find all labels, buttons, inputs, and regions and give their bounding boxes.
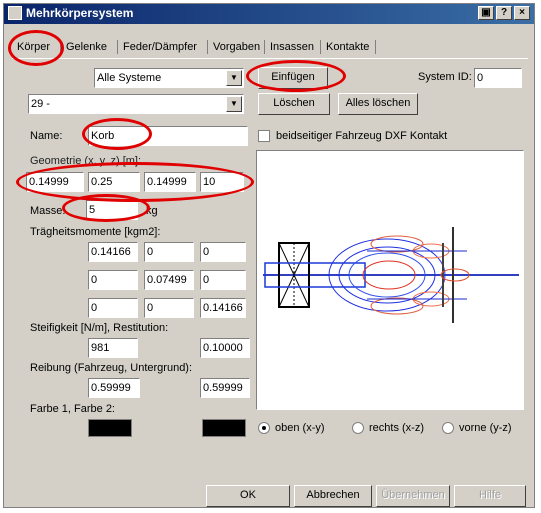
tab-gelenke[interactable]: Gelenke [63, 38, 110, 56]
dxf-contact-label: beidseitiger Fahrzeug DXF Kontakt [276, 130, 448, 142]
stiffness-input[interactable]: 981 [88, 338, 138, 358]
window-title: Mehrkörpersystem [26, 6, 134, 20]
system-filter-value: Alle Systeme [97, 72, 162, 84]
system-id-label: System ID: [418, 71, 472, 83]
view-top-label: oben (x-y) [275, 422, 325, 434]
inertia-cell[interactable]: 0 [200, 270, 246, 290]
friction-vehicle-input[interactable]: 0.59999 [88, 378, 140, 398]
annotation-circle-name [82, 118, 152, 150]
mass-label: Masse: [30, 205, 66, 217]
help-button[interactable]: Hilfe [454, 485, 526, 507]
inertia-cell[interactable]: 0.14166 [200, 298, 246, 318]
tab-insassen[interactable]: Insassen [267, 38, 317, 56]
tab-divider [117, 40, 118, 54]
friction-label: Reibung (Fahrzeug, Untergrund): [30, 362, 193, 374]
inertia-cell[interactable]: 0.14166 [88, 242, 138, 262]
inertia-cell[interactable]: 0 [144, 298, 194, 318]
window-icon[interactable]: ▣ [478, 6, 494, 20]
view-front-label: vorne (y-z) [459, 422, 512, 434]
tab-vorgaben[interactable]: Vorgaben [210, 38, 263, 56]
view-front-radio[interactable] [442, 422, 454, 434]
delete-button[interactable]: Löschen [258, 93, 330, 115]
cancel-button[interactable]: Abbrechen [294, 485, 372, 507]
annotation-circle-tab [8, 30, 64, 66]
tab-divider [320, 40, 321, 54]
tab-feder-daempfer[interactable]: Feder/Dämpfer [120, 38, 200, 56]
inertia-cell[interactable]: 0 [88, 270, 138, 290]
stiffness-label: Steifigkeit [N/m], Restitution: [30, 322, 169, 334]
dropdown-arrow-icon[interactable]: ▼ [226, 70, 242, 86]
view-right-radio[interactable] [352, 422, 364, 434]
view-right-label: rechts (x-z) [369, 422, 424, 434]
view-top-radio[interactable] [258, 422, 270, 434]
tab-divider [207, 40, 208, 54]
system-id-input[interactable]: 0 [474, 68, 522, 88]
inertia-cell[interactable]: 0.07499 [144, 270, 194, 290]
annotation-circle-insert [246, 60, 346, 92]
color-2-swatch[interactable] [202, 419, 246, 437]
inertia-cell[interactable]: 0 [88, 298, 138, 318]
system-filter-select[interactable]: Alle Systeme ▼ [94, 68, 244, 88]
annotation-circle-geometry [16, 162, 254, 202]
body-select-value: 29 - [31, 98, 50, 110]
inertia-label: Trägheitsmomente [kgm2]: [30, 226, 161, 238]
close-icon[interactable]: × [514, 6, 530, 20]
tab-divider [375, 40, 376, 54]
tab-kontakte[interactable]: Kontakte [323, 38, 372, 56]
tab-divider [264, 40, 265, 54]
dxf-contact-checkbox[interactable] [258, 130, 270, 142]
inertia-cell[interactable]: 0 [200, 242, 246, 262]
tab-panel-border [12, 58, 528, 59]
name-label: Name: [30, 130, 63, 142]
ok-button[interactable]: OK [206, 485, 290, 507]
inertia-cell[interactable]: 0 [144, 242, 194, 262]
help-icon[interactable]: ? [496, 6, 512, 20]
app-icon [8, 6, 22, 20]
apply-button[interactable]: Übernehmen [376, 485, 450, 507]
color-1-swatch[interactable] [88, 419, 132, 437]
restitution-input[interactable]: 0.10000 [200, 338, 250, 358]
friction-ground-input[interactable]: 0.59999 [200, 378, 250, 398]
dropdown-arrow-icon[interactable]: ▼ [226, 96, 242, 112]
colors-label: Farbe 1, Farbe 2: [30, 403, 115, 415]
annotation-circle-mass [62, 194, 150, 222]
preview-canvas[interactable] [256, 150, 524, 410]
body-select[interactable]: 29 - ▼ [28, 94, 244, 114]
body-preview-drawing [263, 227, 519, 323]
delete-all-button[interactable]: Alles löschen [338, 93, 418, 115]
